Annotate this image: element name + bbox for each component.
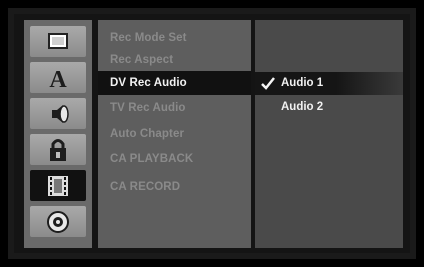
option-label: Audio 2 — [281, 101, 324, 113]
option-audio-2[interactable]: Audio 2 — [255, 96, 403, 119]
options-panel: Audio 1 Audio 2 — [255, 20, 403, 248]
menu-item-dv-rec-audio[interactable]: DV Rec Audio — [98, 71, 251, 95]
category-display[interactable] — [30, 26, 86, 57]
menu-item-ca-record[interactable]: CA RECORD — [98, 175, 251, 199]
category-disc[interactable] — [30, 206, 86, 237]
film-record-icon — [48, 176, 68, 196]
lock-icon — [50, 139, 66, 161]
category-language[interactable]: A — [30, 62, 86, 93]
disc-icon — [47, 211, 69, 233]
speaker-icon — [52, 105, 69, 123]
display-icon — [48, 33, 68, 49]
svg-text:A: A — [49, 67, 67, 93]
category-audio[interactable] — [30, 98, 86, 129]
option-audio-1[interactable]: Audio 1 — [255, 72, 403, 95]
menu-item-ca-playback[interactable]: CA PLAYBACK — [98, 147, 251, 171]
language-icon: A — [49, 67, 67, 93]
menu-item-rec-mode-set[interactable]: Rec Mode Set — [98, 26, 251, 50]
category-sidebar: A — [24, 20, 92, 248]
category-lock[interactable] — [30, 134, 86, 165]
menu-item-rec-aspect[interactable]: Rec Aspect — [98, 48, 251, 72]
category-recording[interactable] — [30, 170, 86, 201]
menu-item-auto-chapter[interactable]: Auto Chapter — [98, 122, 251, 146]
settings-menu: Rec Mode Set Rec Aspect DV Rec Audio TV … — [98, 20, 251, 248]
option-label: Audio 1 — [281, 77, 324, 89]
checkmark-icon — [261, 77, 275, 90]
menu-item-tv-rec-audio[interactable]: TV Rec Audio — [98, 96, 251, 120]
